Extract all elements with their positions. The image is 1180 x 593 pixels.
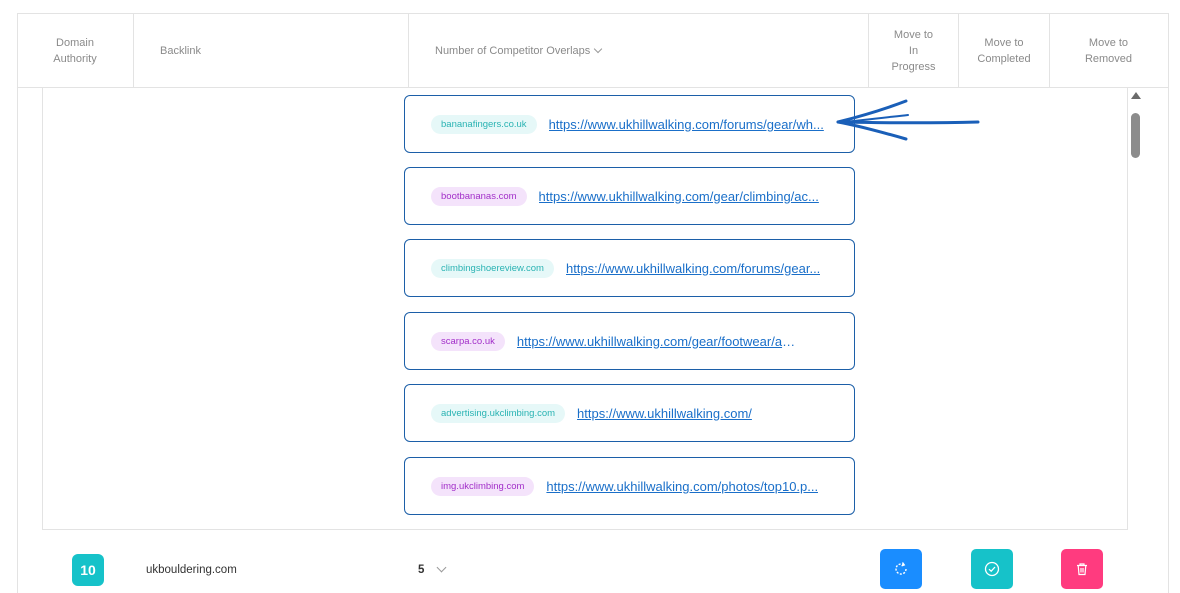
competitor-tag: bootbananas.com (431, 186, 527, 206)
overlap-card: advertising.ukclimbing.com https://www.uk… (404, 384, 855, 442)
overlap-card: bananafingers.co.uk https://www.ukhillwal… (404, 95, 855, 153)
domain-authority-badge: 10 (72, 554, 104, 586)
overlap-card: img.ukclimbing.com https://www.ukhillwalk… (404, 457, 855, 515)
competitor-tag: advertising.ukclimbing.com (431, 403, 566, 423)
check-circle-icon (984, 561, 1000, 577)
move-to-removed-button[interactable] (1061, 549, 1103, 589)
move-to-completed-button[interactable] (971, 549, 1013, 589)
sort-chevron-icon (594, 44, 603, 54)
backlink-url[interactable]: https://www.ukhillwalking.com/gear/climb… (539, 189, 819, 204)
refresh-icon (895, 562, 907, 575)
overlap-card: scarpa.co.uk https://www.ukhillwalking.co… (404, 312, 855, 370)
overlap-count-toggle[interactable]: 5 (418, 562, 447, 576)
competitor-tag: climbingshoereview.com (431, 258, 554, 278)
row-divider (42, 529, 1128, 530)
trash-icon (1077, 563, 1087, 576)
column-header-move-removed: Move to Removed (1084, 37, 1133, 65)
scroll-up-arrow-icon[interactable] (1131, 92, 1141, 99)
backlink-url[interactable]: https://www.ukhillwalking.com/photos/top… (546, 479, 818, 494)
backlink-url[interactable]: https://www.ukhillwalking.com/forums/gea… (549, 117, 824, 132)
column-header-move-in-progress: Move to In Progress (869, 14, 959, 88)
annotation-arrow-icon (836, 99, 980, 141)
overlap-card: bootbananas.com https://www.ukhillwalking… (404, 167, 855, 225)
column-header-overlaps[interactable]: Number of Competitor Overlaps (409, 14, 869, 88)
competitor-tag: bananafingers.co.uk (431, 114, 537, 134)
overlap-count: 5 (418, 564, 425, 576)
overlap-card: climbingshoereview.com https://www.ukhill… (404, 239, 855, 297)
column-header-backlink[interactable]: Backlink (134, 14, 409, 88)
column-header-domain-authority[interactable]: Domain Authority (17, 14, 134, 88)
backlink-url[interactable]: https://www.ukhillwalking.com/forums/gea… (566, 261, 820, 276)
table-header: Domain Authority Backlink Number of Comp… (17, 13, 1169, 88)
move-to-in-progress-button[interactable] (880, 549, 922, 589)
scrollbar-thumb[interactable] (1131, 113, 1140, 158)
chevron-down-icon (436, 562, 447, 572)
backlink-url[interactable]: https://www.ukhillwalking.com/gear/footw… (517, 334, 802, 349)
competitor-tag: img.ukclimbing.com (431, 476, 535, 496)
competitor-tag: scarpa.co.uk (431, 331, 505, 351)
column-header-move-completed: Move to Completed (959, 14, 1050, 88)
backlink-url[interactable]: https://www.ukhillwalking.com/ (577, 406, 752, 421)
backlink-domain: ukbouldering.com (146, 564, 237, 576)
